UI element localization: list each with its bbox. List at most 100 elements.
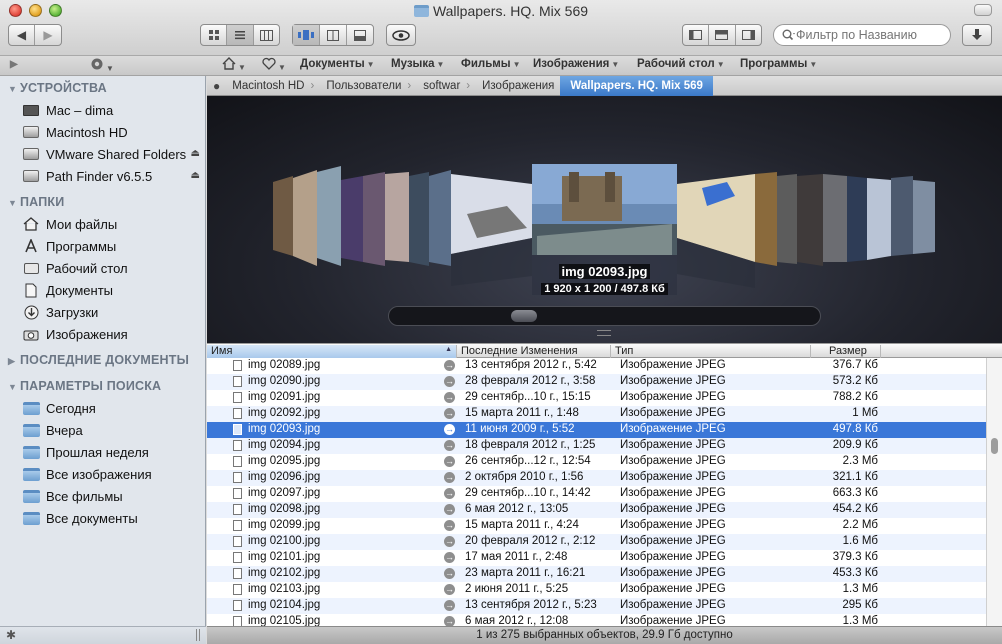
sidebar-item-path-finder[interactable]: Path Finder v6.5.5 ⏏	[22, 165, 202, 187]
back-button[interactable]: ◀	[9, 25, 36, 45]
fav-pictures-menu[interactable]: Изображения ▼	[533, 58, 619, 70]
home-menu[interactable]: ▼	[222, 57, 246, 73]
download-button[interactable]	[962, 24, 992, 46]
sidebar-item-mac-dima[interactable]: Mac – dima	[22, 99, 202, 121]
coverflow-resize-grip[interactable]	[597, 330, 611, 336]
split-layout-button[interactable]	[320, 25, 347, 45]
coverflow-scrollbar[interactable]	[388, 306, 821, 326]
sidebar-item-my-files[interactable]: Мои файлы	[22, 213, 202, 235]
sidebar-item-all-images[interactable]: Все изображения	[22, 463, 202, 485]
sidebar-item-all-documents[interactable]: Все документы	[22, 507, 202, 529]
table-row[interactable]: img 02099.jpg 15 марта 2011 г., 4:24 Изобр…	[207, 518, 986, 534]
table-row[interactable]: img 02095.jpg 26 сентябр...12 г., 12:54 Из…	[207, 454, 986, 470]
reveal-arrow-icon[interactable]: →	[444, 552, 455, 563]
sidebar-item-documents[interactable]: Документы	[22, 279, 202, 301]
filter-search-field[interactable]	[773, 24, 951, 46]
table-row[interactable]: img 02105.jpg 6 мая 2012 г., 12:08 Изображ…	[207, 614, 986, 626]
filter-search-input[interactable]	[796, 28, 946, 42]
list-vertical-scrollbar[interactable]	[986, 358, 1002, 626]
forward-button[interactable]: ▶	[35, 25, 61, 45]
breadcrumb-softwar[interactable]: softwar	[417, 80, 476, 92]
reveal-arrow-icon[interactable]: →	[444, 456, 455, 467]
fav-applications-menu[interactable]: Программы ▼	[740, 58, 817, 70]
sidebar-item-applications[interactable]: Программы	[22, 235, 202, 257]
reveal-arrow-icon[interactable]: →	[444, 424, 455, 435]
breadcrumb-current-folder[interactable]: Wallpapers. HQ. Mix 569	[560, 75, 713, 96]
gear-icon[interactable]: ✱	[6, 628, 16, 642]
reveal-arrow-icon[interactable]: →	[444, 360, 455, 371]
sidebar-item-all-movies[interactable]: Все фильмы	[22, 485, 202, 507]
sidebar-section-devices[interactable]: ▼ УСТРОЙСТВА	[8, 81, 107, 95]
file-list[interactable]: img 02089.jpg 13 сентября 2012 г., 5:42 Из…	[207, 358, 986, 626]
breadcrumb-macintosh-hd[interactable]: Macintosh HD	[226, 80, 320, 92]
reveal-arrow-icon[interactable]: →	[444, 504, 455, 515]
quick-look-button[interactable]	[386, 24, 416, 46]
left-panel-button[interactable]	[683, 25, 710, 45]
table-row[interactable]: img 02102.jpg 23 марта 2011 г., 16:21 Изоб…	[207, 566, 986, 582]
sidebar-item-today[interactable]: Сегодня	[22, 397, 202, 419]
column-header-kind[interactable]: Тип	[611, 345, 811, 358]
column-header-name[interactable]: Имя	[207, 345, 457, 358]
reveal-arrow-icon[interactable]: →	[444, 488, 455, 499]
table-row[interactable]: img 02100.jpg 20 февраля 2012 г., 2:12 Изо…	[207, 534, 986, 550]
apple-icon[interactable]: ●	[207, 79, 226, 93]
reveal-arrow-icon[interactable]: →	[444, 520, 455, 531]
column-header-modified[interactable]: Последние Изменения	[457, 345, 611, 358]
table-row[interactable]: img 02089.jpg 13 сентября 2012 г., 5:42 Из…	[207, 358, 986, 374]
table-row[interactable]: img 02104.jpg 13 сентября 2012 г., 5:23 Из…	[207, 598, 986, 614]
table-row-selected[interactable]: img 02093.jpg 11 июня 2009 г., 5:52 Изобра…	[207, 422, 986, 438]
table-row[interactable]: img 02092.jpg 15 марта 2011 г., 1:48 Изобр…	[207, 406, 986, 422]
reveal-arrow-icon[interactable]: →	[444, 600, 455, 611]
sidebar-item-macintosh-hd[interactable]: Macintosh HD	[22, 121, 202, 143]
table-row[interactable]: img 02096.jpg 2 октября 2010 г., 1:56 Изоб…	[207, 470, 986, 486]
fav-music-menu[interactable]: Музыка ▼	[391, 58, 444, 70]
table-row[interactable]: img 02091.jpg 29 сентябр...10 г., 15:15 Из…	[207, 390, 986, 406]
fav-movies-menu[interactable]: Фильмы ▼	[461, 58, 521, 70]
sidebar-section-search[interactable]: ▼ ПАРАМЕТРЫ ПОИСКА	[8, 379, 161, 393]
sidebar-item-pictures[interactable]: Изображения	[22, 323, 202, 345]
split-horizontal-button[interactable]	[347, 25, 373, 45]
breadcrumb-users[interactable]: Пользователи	[320, 80, 417, 92]
action-gear-menu[interactable]: ▼	[90, 57, 114, 74]
column-header-size[interactable]: Размер	[811, 345, 881, 358]
column-view-button[interactable]	[254, 25, 279, 45]
sidebar-item-past-week[interactable]: Прошлая неделя	[22, 441, 202, 463]
sidebar-item-downloads[interactable]: Загрузки	[22, 301, 202, 323]
reveal-arrow-icon[interactable]: →	[444, 392, 455, 403]
reveal-arrow-icon[interactable]: →	[444, 568, 455, 579]
sidebar-collapse-arrow-icon[interactable]: ▶	[10, 59, 18, 70]
coverflow-scroll-thumb[interactable]	[511, 310, 537, 322]
reveal-arrow-icon[interactable]: →	[444, 584, 455, 595]
reveal-arrow-icon[interactable]: →	[444, 440, 455, 451]
favorites-heart-menu[interactable]: ▼	[262, 57, 286, 73]
coverflow-layout-button[interactable]	[293, 25, 321, 45]
reveal-arrow-icon[interactable]: →	[444, 408, 455, 419]
coverflow-view[interactable]: img 02093.jpg 1 920 x 1 200 / 497.8 Кб	[207, 96, 1002, 343]
table-row[interactable]: img 02090.jpg 28 февраля 2012 г., 3:58 Изо…	[207, 374, 986, 390]
sidebar-item-yesterday[interactable]: Вчера	[22, 419, 202, 441]
table-row[interactable]: img 02097.jpg 29 сентябр...10 г., 14:42 Из…	[207, 486, 986, 502]
eject-icon[interactable]: ⏏	[191, 148, 200, 159]
list-scroll-thumb[interactable]	[991, 438, 998, 454]
fav-desktop-menu[interactable]: Рабочий стол ▼	[637, 58, 725, 70]
table-row[interactable]: img 02098.jpg 6 мая 2012 г., 13:05 Изображ…	[207, 502, 986, 518]
right-panel-button[interactable]	[736, 25, 761, 45]
reveal-arrow-icon[interactable]: →	[444, 472, 455, 483]
sidebar-item-vmware[interactable]: VMware Shared Folders ⏏	[22, 143, 202, 165]
sidebar-section-recent[interactable]: ▶ ПОСЛЕДНИЕ ДОКУМЕНТЫ	[8, 353, 189, 367]
top-panel-button[interactable]	[709, 25, 736, 45]
sidebar-resize-handle[interactable]	[196, 629, 200, 641]
table-row[interactable]: img 02101.jpg 17 мая 2011 г., 2:48 Изображ…	[207, 550, 986, 566]
table-row[interactable]: img 02094.jpg 18 февраля 2012 г., 1:25 Изо…	[207, 438, 986, 454]
sidebar-section-places[interactable]: ▼ ПАПКИ	[8, 195, 64, 209]
sidebar-item-desktop[interactable]: Рабочий стол	[22, 257, 202, 279]
fav-documents-menu[interactable]: Документы ▼	[300, 58, 375, 70]
breadcrumb-pictures[interactable]: Изображения	[476, 80, 560, 92]
eject-icon[interactable]: ⏏	[191, 170, 200, 181]
icon-view-button[interactable]	[201, 25, 228, 45]
reveal-arrow-icon[interactable]: →	[444, 536, 455, 547]
reveal-arrow-icon[interactable]: →	[444, 376, 455, 387]
table-row[interactable]: img 02103.jpg 2 июня 2011 г., 5:25 Изображ…	[207, 582, 986, 598]
list-view-button[interactable]	[227, 25, 254, 45]
reveal-arrow-icon[interactable]: →	[444, 616, 455, 626]
